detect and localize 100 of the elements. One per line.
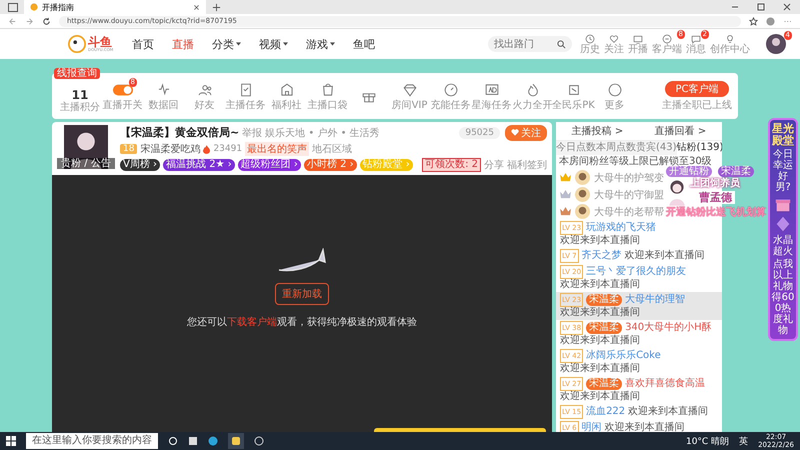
chat-tab[interactable]: 本周点数 <box>596 141 636 155</box>
app-icon[interactable] <box>188 436 198 446</box>
logo-text[interactable]: 斗鱼 <box>88 36 114 48</box>
chat-link[interactable]: 主播投稿 > <box>572 124 624 138</box>
refresh-icon[interactable] <box>42 16 51 26</box>
star-icon[interactable] <box>749 16 758 26</box>
toolbar-icon[interactable] <box>442 82 458 98</box>
report-link[interactable]: 举报 <box>242 126 262 140</box>
streamer-name[interactable]: 宋温柔爱吃鸡 <box>140 142 200 156</box>
toolbar-label[interactable]: 主播任务 <box>226 100 266 110</box>
user-name[interactable]: 明闲 <box>582 422 602 432</box>
user-avatar[interactable] <box>575 170 590 185</box>
chat-tab[interactable]: 今日点数 <box>556 141 596 155</box>
header-action-icon[interactable] <box>725 34 735 44</box>
follow-button[interactable]: 关注 <box>505 125 547 141</box>
toolbar-icon[interactable] <box>484 82 500 98</box>
fan-name[interactable]: 大母牛的老帮帮 <box>594 204 664 218</box>
nav-link[interactable]: 首页 <box>132 36 154 52</box>
toolbar-label[interactable]: 星海任务 <box>472 100 512 110</box>
sign-in-link[interactable]: 福利签到 <box>507 158 547 172</box>
toggle-switch[interactable] <box>112 84 132 96</box>
header-action-label[interactable]: 历史 <box>580 44 600 54</box>
profile-icon[interactable] <box>766 16 775 26</box>
reload-button[interactable]: 重新加载 <box>275 283 329 305</box>
nav-link[interactable]: 视频 <box>259 36 281 52</box>
toolbar-label[interactable]: 房间VIP <box>392 100 428 110</box>
chat-link[interactable]: 直播回看 > <box>654 124 706 138</box>
taskbar-search[interactable]: 在这里输入你要搜索的内容 <box>26 433 158 449</box>
toolbar-label[interactable]: 主播口袋 <box>308 100 348 110</box>
download-link[interactable]: 下载客户端 <box>227 317 277 328</box>
user-name[interactable]: 冰阔乐乐乐Coke <box>586 350 661 362</box>
search-icon[interactable] <box>557 40 566 49</box>
header-action-label[interactable]: 创作中心 <box>710 44 750 54</box>
caret-icon[interactable] <box>330 42 335 46</box>
new-tab-icon[interactable] <box>212 2 221 12</box>
maximize-icon[interactable] <box>756 2 766 12</box>
slogan-tag[interactable]: 最出名的笑声 <box>245 142 310 156</box>
back-icon[interactable] <box>8 16 17 26</box>
browser-tab[interactable]: 开播指南 <box>24 0 206 14</box>
user-name[interactable]: 大母牛的理智 <box>625 294 686 306</box>
user-name[interactable]: 340大母牛的小H酥 <box>625 322 712 334</box>
points-label[interactable]: 主播积分 <box>60 102 100 112</box>
toolbar-label[interactable]: 全民乐PK <box>552 100 595 110</box>
toolbar-icon[interactable] <box>606 82 622 98</box>
user-name[interactable]: 三号丶爱了很久的朋友 <box>586 266 686 278</box>
nav-link[interactable]: 分类 <box>212 36 234 52</box>
app-icon[interactable] <box>254 436 264 446</box>
user-avatar[interactable] <box>575 187 590 202</box>
rank-tag[interactable]: 小时榜 2 › <box>304 159 357 171</box>
avatar[interactable] <box>766 34 786 54</box>
video-player[interactable]: 重新加载 您还可以下载客户端观看，获得纯净极速的观看体验 <box>52 175 552 432</box>
caret-icon[interactable] <box>283 42 288 46</box>
tag-label[interactable]: 线报查询 <box>54 68 100 79</box>
header-action-label[interactable]: 开播 <box>628 44 648 54</box>
avatar-caption[interactable]: 贵粉 / 公告 <box>57 158 115 169</box>
toolbar-icon[interactable] <box>402 82 418 98</box>
user-avatar[interactable] <box>575 204 590 219</box>
task-view-icon[interactable] <box>168 436 178 446</box>
claim-banner[interactable]: 可领次数: 2 <box>422 158 481 172</box>
close-icon[interactable] <box>193 4 200 10</box>
share-link[interactable]: 分享 <box>484 158 504 172</box>
search-field[interactable]: 找出路门 <box>488 36 572 52</box>
weather-text[interactable]: 10°C 晴朗 <box>686 434 730 448</box>
caret-icon[interactable] <box>236 42 241 46</box>
nav-link[interactable]: 游戏 <box>306 36 328 52</box>
toolbar-label[interactable]: 火力全开 <box>512 100 552 110</box>
region-label[interactable]: 地石区域 <box>312 142 352 156</box>
user-name[interactable]: 齐天之梦 <box>582 250 622 262</box>
toolbar-icon[interactable] <box>278 82 294 98</box>
toolbar-label[interactable]: 充能任务 <box>430 100 470 110</box>
user-name[interactable]: 流血222 <box>586 406 626 418</box>
pc-client-button[interactable]: PC客户端 <box>665 81 728 97</box>
browser-icon[interactable] <box>208 436 218 446</box>
user-name[interactable]: 玩游戏的飞天猪 <box>586 222 656 234</box>
nav-link[interactable]: 鱼吧 <box>353 36 375 52</box>
toolbar-label[interactable]: 好友 <box>194 100 214 110</box>
rank-tag[interactable]: 福温挑战 2★ › <box>163 159 235 171</box>
nav-link[interactable]: 直播 <box>172 36 194 52</box>
header-action-label[interactable]: 消息 <box>686 44 706 54</box>
rank-tag[interactable]: 超级粉丝团 › <box>238 159 301 171</box>
header-action-label[interactable]: 客户端 <box>652 44 682 54</box>
close-icon[interactable] <box>782 2 792 12</box>
promo-panel[interactable]: 星光殿堂 今日幸运好男? 水晶超火 点我以上礼物得600热度礼物 <box>768 118 798 341</box>
header-action-icon[interactable] <box>691 34 701 44</box>
app-icon[interactable] <box>228 433 244 449</box>
category-path[interactable]: 娱乐天地 • 户外 • 生活秀 <box>265 126 380 140</box>
forward-icon[interactable] <box>25 16 34 26</box>
user-name[interactable]: 喜欢拜喜德食高温 <box>625 378 706 390</box>
header-action-icon[interactable] <box>662 34 672 44</box>
chat-tab[interactable]: 贵宾(43) <box>636 141 677 155</box>
header-action-icon[interactable] <box>633 34 643 44</box>
windows-icon[interactable] <box>6 436 16 446</box>
header-action-icon[interactable] <box>609 34 619 44</box>
header-action-label[interactable]: 关注 <box>604 44 624 54</box>
toolbar-label[interactable]: 直播开关 <box>102 100 142 110</box>
fan-name[interactable]: 大母牛的护驾变 <box>594 170 664 184</box>
header-action-icon[interactable] <box>585 34 595 44</box>
fan-name[interactable]: 大母牛的守御盟 <box>594 188 664 202</box>
toolbar-label[interactable]: 数据回 <box>148 100 178 110</box>
toolbar-label[interactable]: 更多 <box>604 100 624 110</box>
